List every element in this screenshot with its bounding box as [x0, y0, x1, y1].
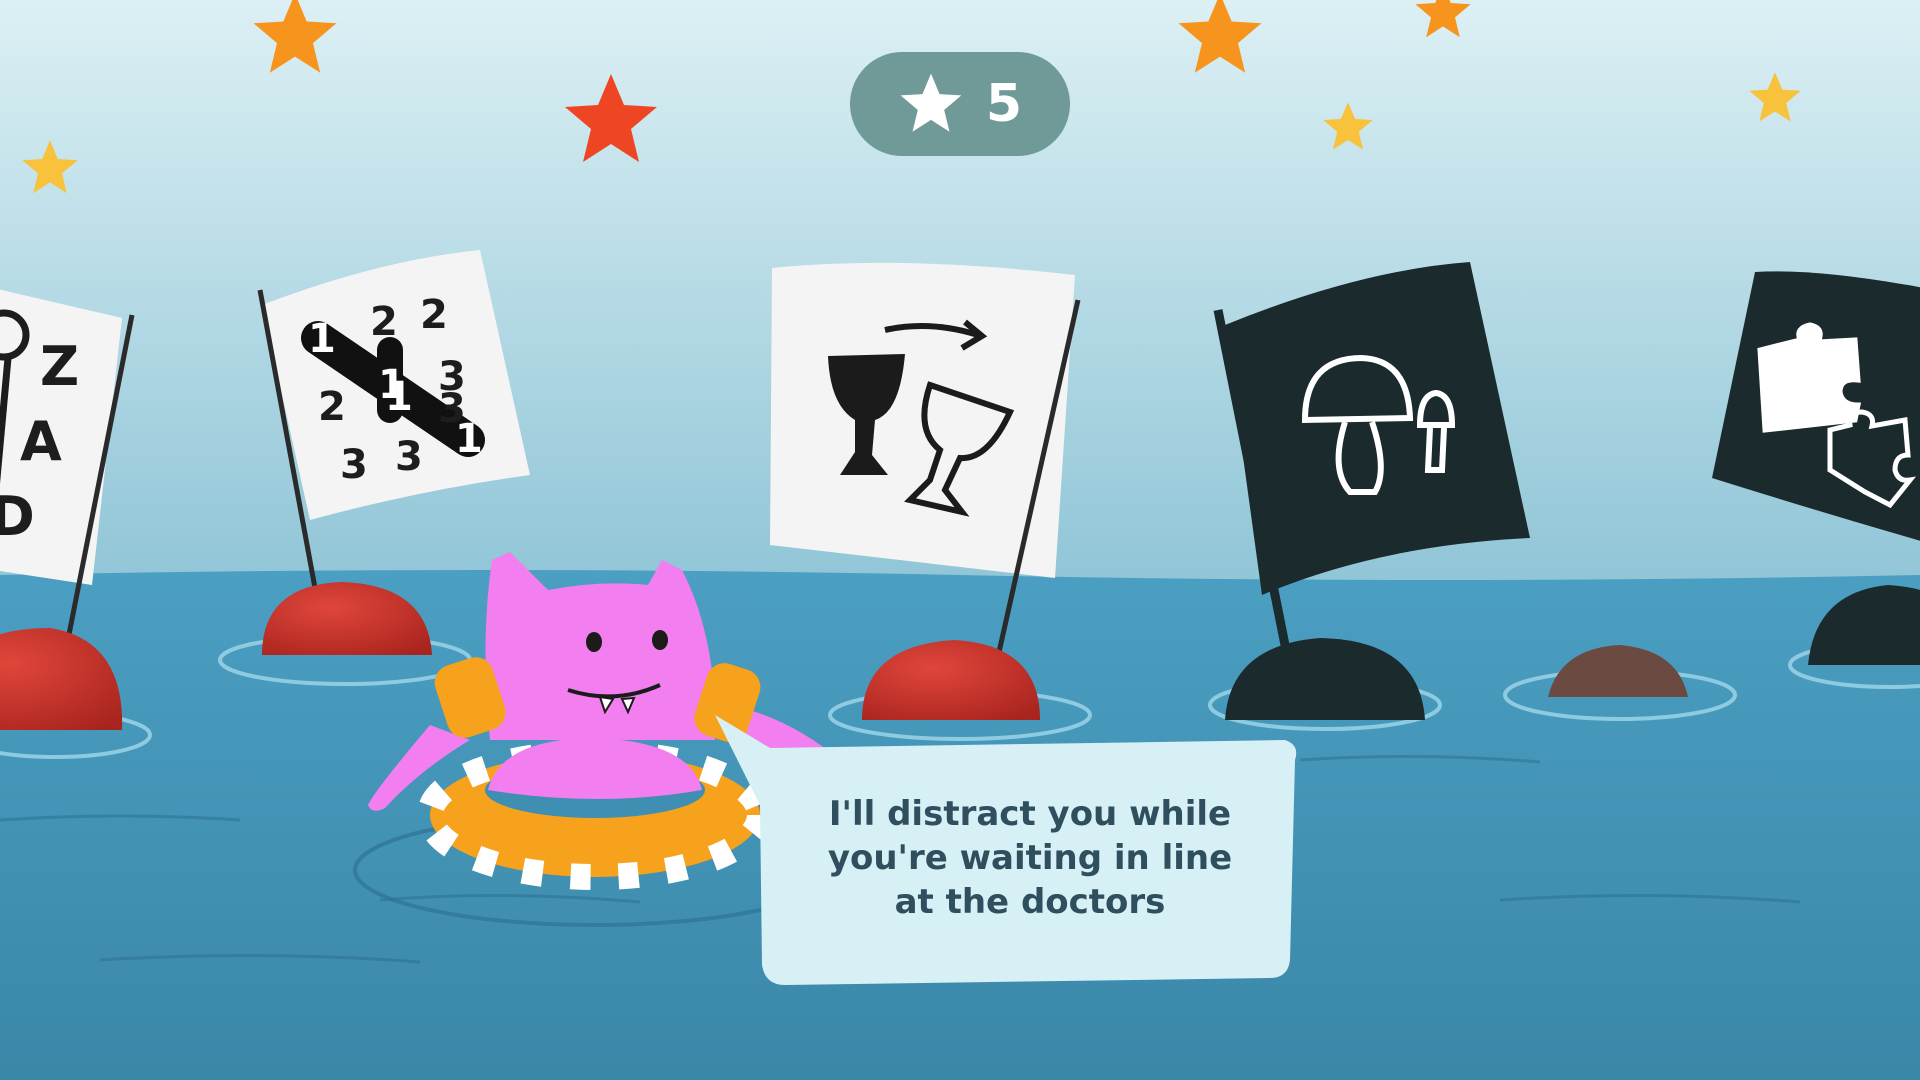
speech-bubble-text: I'll distract you while you're waiting i…: [800, 792, 1260, 924]
number-cell: 3: [395, 434, 423, 480]
number-cell: 2: [370, 299, 398, 345]
speech-line: you're waiting in line: [827, 838, 1233, 878]
flag-letter: A: [20, 410, 62, 473]
flag-letter: Z: [40, 335, 79, 398]
star-score-counter: 5: [850, 52, 1070, 156]
number-cell: 1: [308, 316, 336, 362]
float-ring: [417, 738, 773, 890]
number-cell: 3: [340, 442, 368, 488]
speech-line: at the doctors: [894, 882, 1166, 922]
star-count: 5: [985, 74, 1023, 134]
flag-letter: D: [0, 485, 35, 548]
number-cell: 1: [455, 416, 483, 462]
number-cell: 1: [385, 374, 413, 420]
monster-eye: [586, 632, 602, 652]
star-icon: [900, 73, 962, 132]
monster-eye: [652, 630, 668, 650]
number-cell: 2: [318, 384, 346, 430]
speech-line: I'll distract you while: [828, 794, 1232, 834]
number-cell: 2: [420, 292, 448, 338]
